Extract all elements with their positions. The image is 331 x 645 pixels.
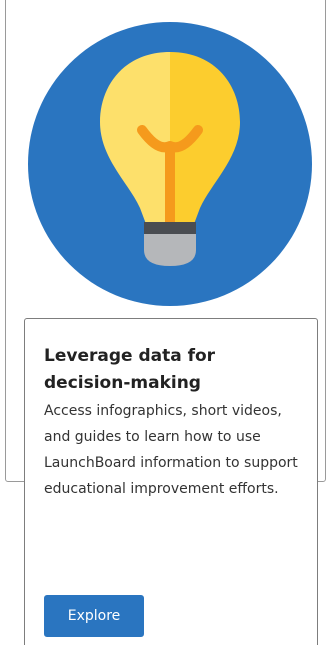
- card-description: Access infographics, short videos, and g…: [44, 403, 298, 497]
- page: Leverage data for decision-making Access…: [0, 0, 331, 645]
- bulb-base-top: [144, 222, 196, 234]
- explore-button[interactable]: Explore: [44, 595, 144, 637]
- card-title: Leverage data for decision-making: [44, 346, 216, 393]
- lightbulb-icon: [28, 22, 312, 306]
- bulb-base-bottom: [144, 243, 196, 266]
- info-card: Leverage data for decision-making Access…: [24, 318, 318, 645]
- bulb-base-band: [144, 234, 196, 243]
